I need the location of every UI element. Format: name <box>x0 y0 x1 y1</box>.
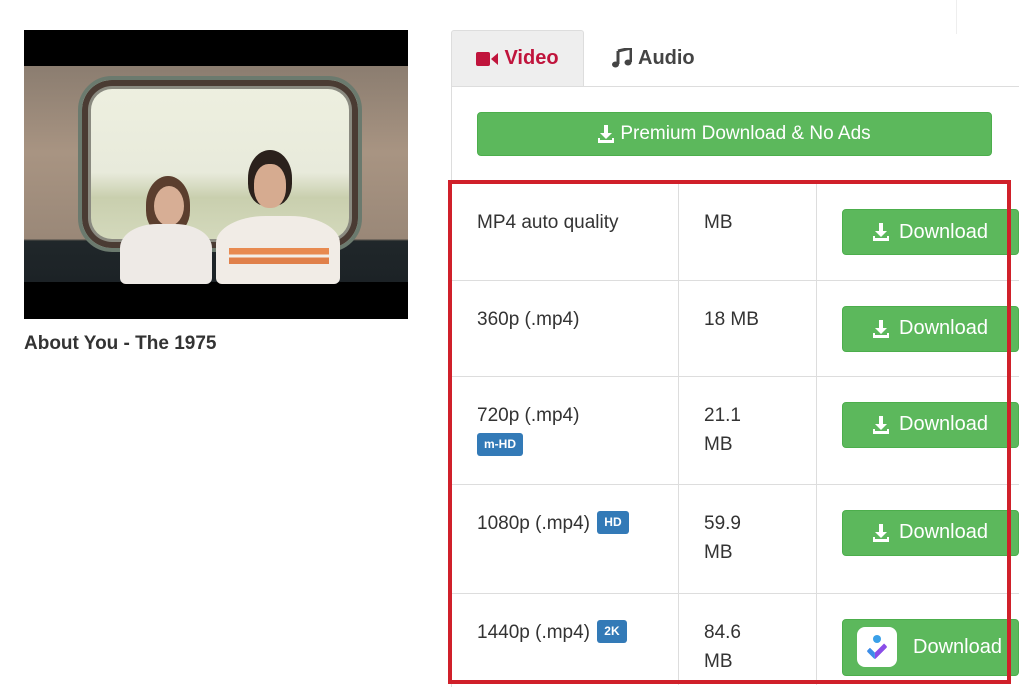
action-cell: Download <box>817 280 1019 376</box>
tab-video[interactable]: Video <box>451 30 584 86</box>
video-thumbnail[interactable] <box>24 30 408 319</box>
quality-label: 1080p (.mp4) <box>477 513 590 534</box>
tab-audio[interactable]: Audio <box>584 30 720 86</box>
divider <box>956 0 957 34</box>
tab-label: Audio <box>638 47 695 70</box>
size-cell: 59.9MB <box>679 484 817 593</box>
quality-cell: MP4 auto quality <box>452 184 679 280</box>
quality-label: MP4 auto quality <box>477 212 619 233</box>
music-note-icon <box>612 48 632 68</box>
person-body <box>120 224 212 284</box>
table-row: 360p (.mp4) 18 MB Download <box>452 280 1019 376</box>
tab-label: Video <box>504 47 558 70</box>
download-label: Download <box>899 518 988 547</box>
download-icon <box>598 125 614 143</box>
app-logo-icon <box>857 627 897 667</box>
table-row: 1440p (.mp4) 2K 84.6MB Download <box>452 593 1019 685</box>
format-table: MP4 auto quality MB Download 360p (.mp4)… <box>452 184 1019 685</box>
quality-cell: 360p (.mp4) <box>452 280 679 376</box>
quality-cell: 1440p (.mp4) 2K <box>452 593 679 685</box>
download-label: Download <box>899 314 988 343</box>
download-button[interactable]: Download <box>842 306 1019 352</box>
person-face <box>154 186 184 226</box>
download-icon <box>873 320 889 338</box>
table-row: 720p (.mp4) m-HD 21.1MB Download <box>452 376 1019 484</box>
download-button[interactable]: Download <box>842 510 1019 556</box>
quality-badge: 2K <box>597 620 626 643</box>
thumbnail-scene <box>24 66 408 282</box>
video-title: About You - The 1975 <box>24 333 217 355</box>
action-cell: Download <box>817 376 1019 484</box>
size-cell: MB <box>679 184 817 280</box>
quality-cell: 1080p (.mp4) HD <box>452 484 679 593</box>
download-label: Download <box>913 633 1002 662</box>
shirt-stripe <box>229 248 329 264</box>
action-cell: Download <box>817 593 1019 685</box>
table-row: 1080p (.mp4) HD 59.9MB Download <box>452 484 1019 593</box>
quality-label: 360p (.mp4) <box>477 309 579 330</box>
size-cell: 84.6MB <box>679 593 817 685</box>
person-face <box>254 164 286 208</box>
action-cell: Download <box>817 184 1019 280</box>
download-button[interactable]: Download <box>842 209 1019 255</box>
download-label: Download <box>899 218 988 247</box>
quality-label: 1440p (.mp4) <box>477 622 590 643</box>
download-icon <box>873 416 889 434</box>
action-cell: Download <box>817 484 1019 593</box>
quality-cell: 720p (.mp4) m-HD <box>452 376 679 484</box>
premium-download-label: Premium Download & No Ads <box>620 123 870 145</box>
download-icon <box>873 524 889 542</box>
video-camera-icon <box>476 52 498 66</box>
table-row: MP4 auto quality MB Download <box>452 184 1019 280</box>
download-label: Download <box>899 410 988 439</box>
premium-download-button[interactable]: Premium Download & No Ads <box>477 112 992 156</box>
download-icon <box>873 223 889 241</box>
download-button[interactable]: Download <box>842 402 1019 448</box>
quality-label: 720p (.mp4) <box>477 405 579 426</box>
quality-badge: HD <box>597 511 628 534</box>
format-tabs: Video Audio <box>451 30 720 86</box>
size-cell: 18 MB <box>679 280 817 376</box>
app-download-button[interactable]: Download <box>842 619 1019 676</box>
size-cell: 21.1MB <box>679 376 817 484</box>
quality-badge: m-HD <box>477 433 523 456</box>
